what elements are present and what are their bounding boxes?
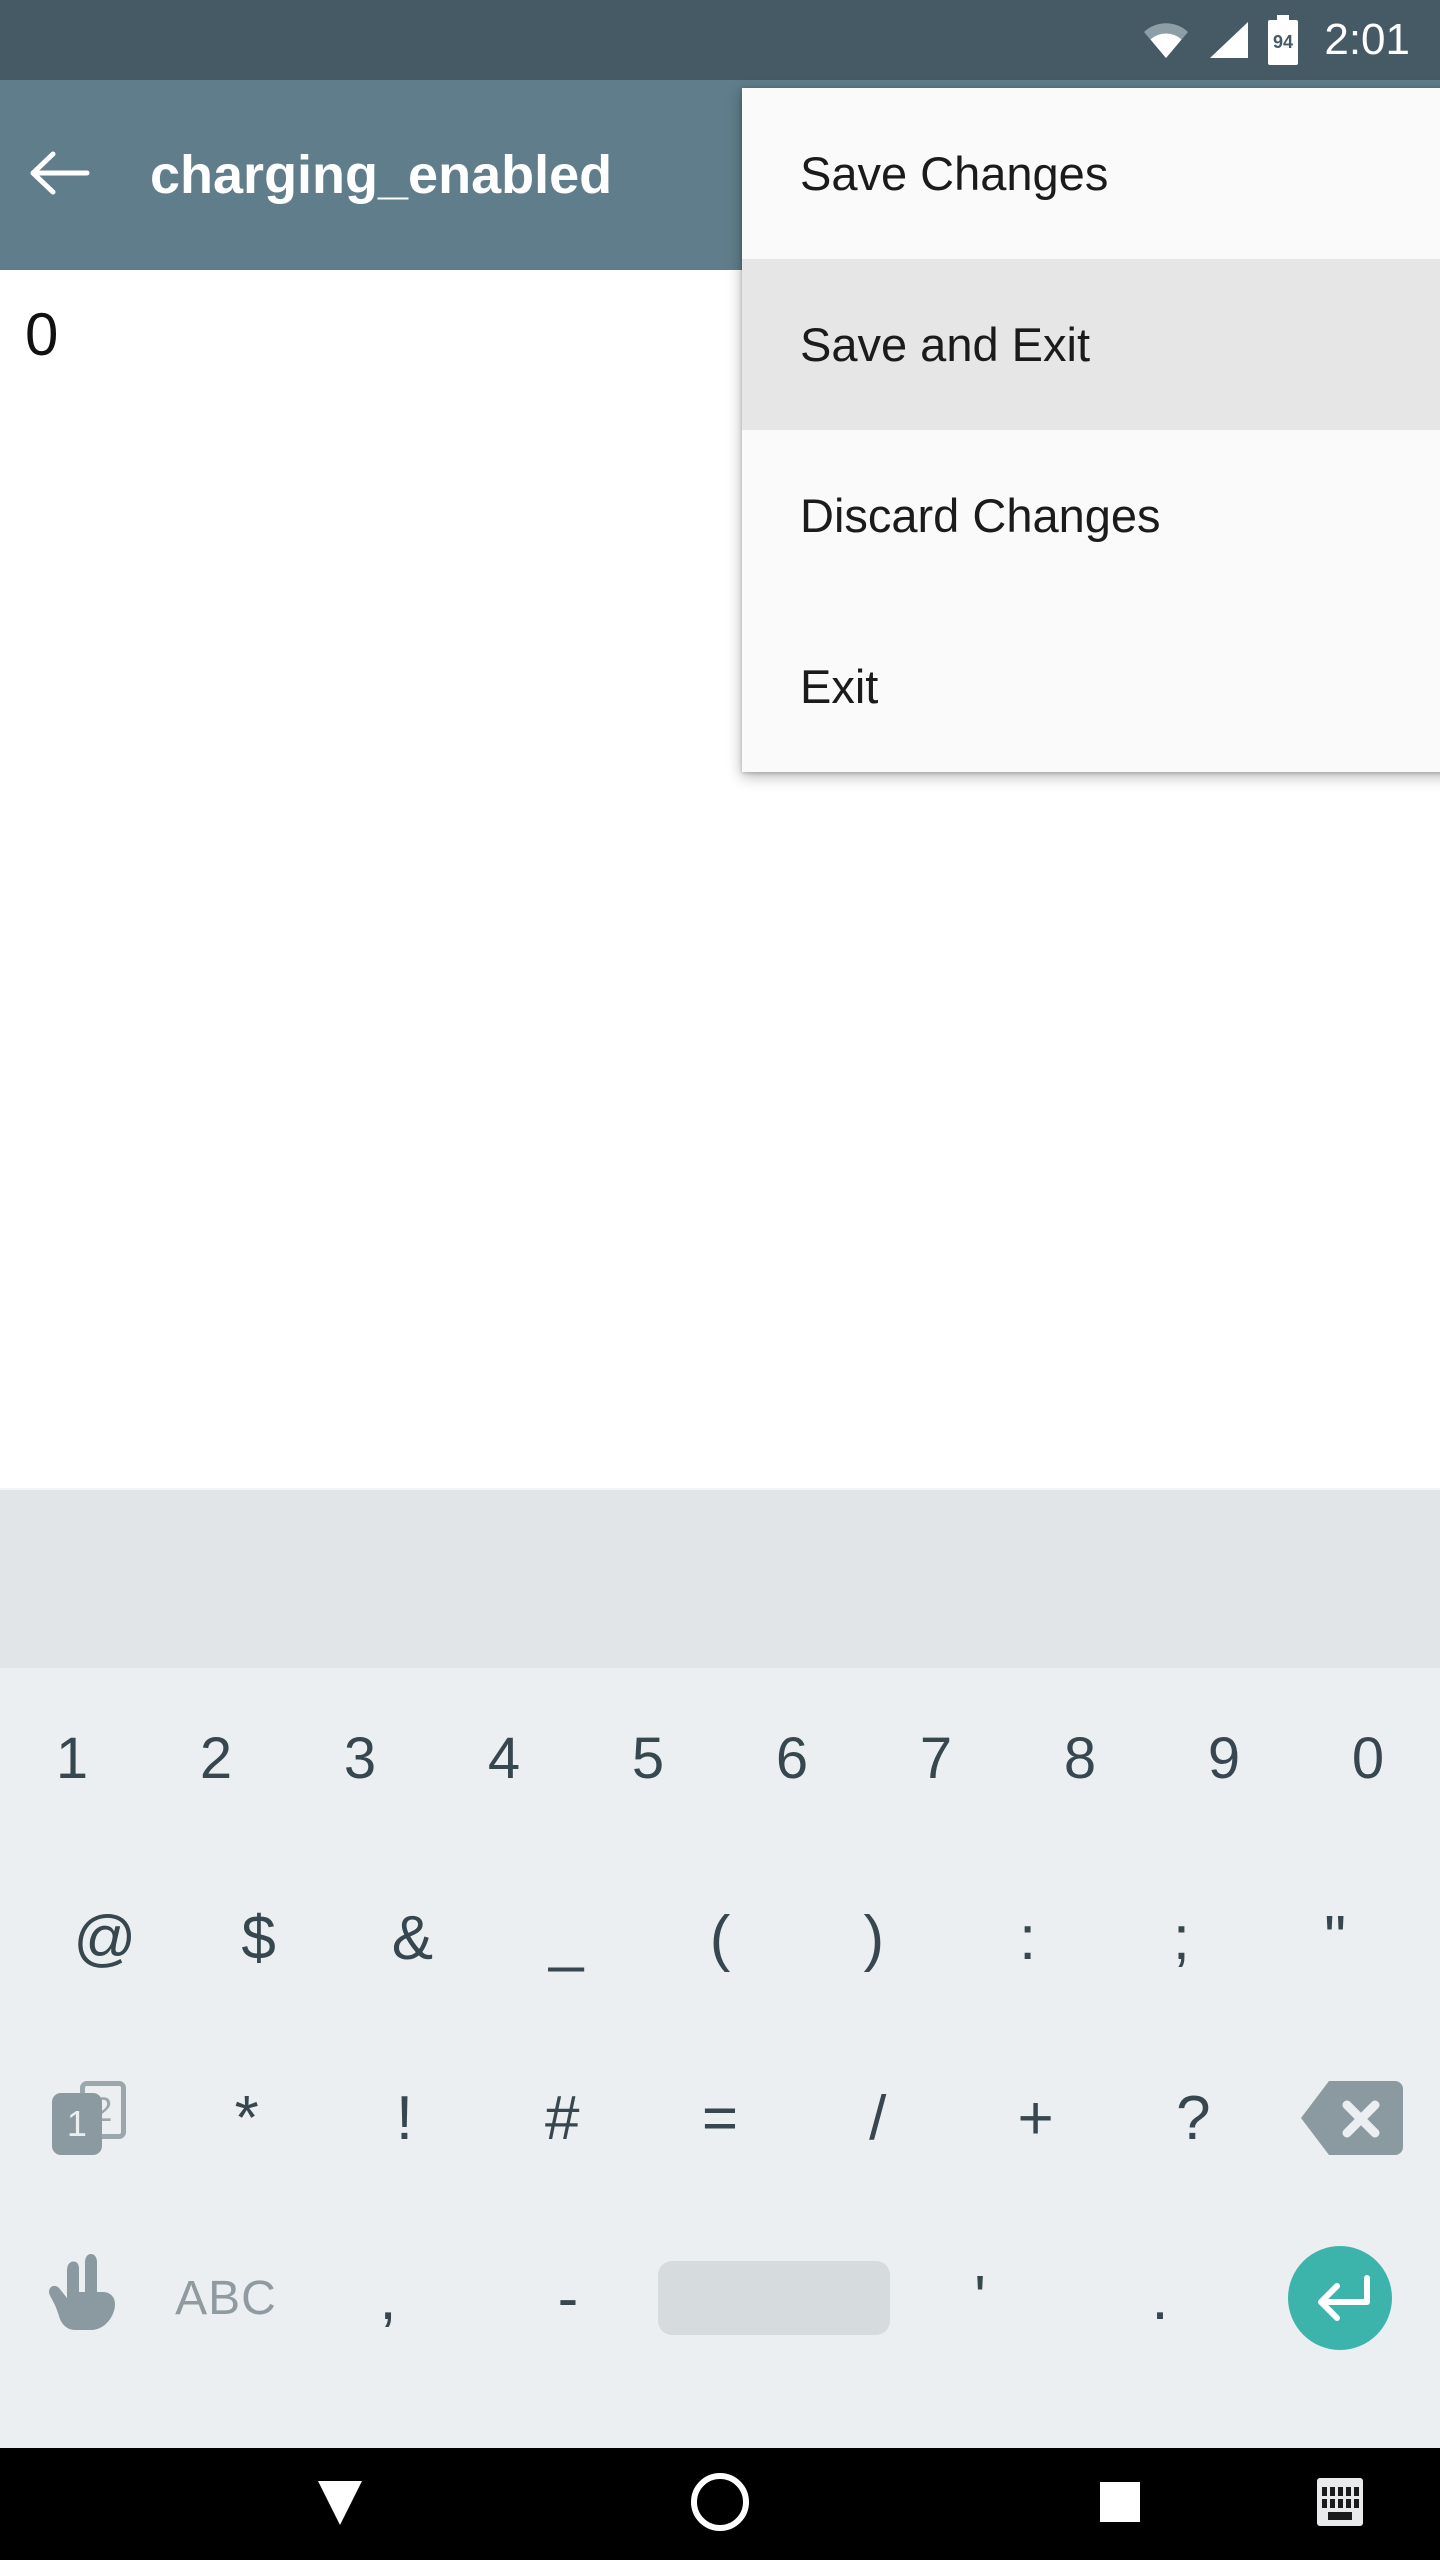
key-ampersand[interactable]: & bbox=[336, 1848, 490, 2028]
key-2[interactable]: 2 bbox=[144, 1668, 288, 1848]
menu-item-save-and-exit[interactable]: Save and Exit bbox=[742, 259, 1440, 430]
keyboard-icon bbox=[1313, 2476, 1367, 2533]
keyboard-row-symbols-1: @ $ & _ ( ) : ; " bbox=[0, 1848, 1440, 2028]
editor-value-text: 0 bbox=[25, 301, 59, 368]
recents-button[interactable] bbox=[1060, 2448, 1180, 2560]
key-question[interactable]: ? bbox=[1114, 2028, 1272, 2208]
keyboard-row-bottom: ABC , - ' . bbox=[0, 2208, 1440, 2388]
key-period[interactable]: . bbox=[1070, 2208, 1250, 2388]
key-1[interactable]: 1 bbox=[0, 1668, 144, 1848]
key-4[interactable]: 4 bbox=[432, 1668, 576, 1848]
key-hash[interactable]: # bbox=[483, 2028, 641, 2208]
menu-item-exit[interactable]: Exit bbox=[742, 601, 1440, 772]
circle-icon bbox=[689, 2471, 751, 2538]
keyboard-row-symbols-2: 2 1 * ! # = / + ? bbox=[0, 2028, 1440, 2208]
arrow-left-icon bbox=[29, 150, 91, 201]
key-paren-open[interactable]: ( bbox=[643, 1848, 797, 2028]
keyboard-suggestion-strip[interactable] bbox=[0, 1488, 1440, 1668]
on-screen-keyboard: 1 2 3 4 5 6 7 8 9 0 @ $ & _ ( ) : ; " 2 … bbox=[0, 1668, 1440, 2448]
menu-item-discard-changes[interactable]: Discard Changes bbox=[742, 430, 1440, 601]
key-plus[interactable]: + bbox=[957, 2028, 1115, 2208]
menu-item-label: Exit bbox=[800, 660, 879, 713]
wifi-icon bbox=[1142, 20, 1190, 60]
keyboard-switcher-button[interactable] bbox=[1280, 2448, 1400, 2560]
key-asterisk[interactable]: * bbox=[168, 2028, 326, 2208]
hide-keyboard-back-button[interactable] bbox=[280, 2448, 400, 2560]
key-symbol-page-toggle[interactable]: 2 1 bbox=[10, 2028, 168, 2208]
glide-typing-hand-icon bbox=[45, 2248, 119, 2348]
battery-level-text: 94 bbox=[1273, 32, 1293, 52]
menu-item-label: Save and Exit bbox=[800, 318, 1091, 371]
key-enter[interactable] bbox=[1250, 2208, 1430, 2388]
status-time: 2:01 bbox=[1324, 15, 1410, 64]
status-bar: 94 2:01 bbox=[0, 0, 1440, 80]
page-toggle-current-label: 1 bbox=[51, 2093, 102, 2155]
key-5[interactable]: 5 bbox=[576, 1668, 720, 1848]
menu-item-save-changes[interactable]: Save Changes bbox=[742, 88, 1440, 259]
key-equals[interactable]: = bbox=[641, 2028, 799, 2208]
abc-label: ABC bbox=[175, 2271, 277, 2325]
key-3[interactable]: 3 bbox=[288, 1668, 432, 1848]
key-6[interactable]: 6 bbox=[720, 1668, 864, 1848]
key-underscore[interactable]: _ bbox=[489, 1848, 643, 2028]
key-space[interactable] bbox=[658, 2208, 890, 2388]
phone-screen: 94 2:01 charging_enabled 0 Save Changes … bbox=[0, 0, 1440, 2560]
square-icon bbox=[1096, 2478, 1144, 2531]
key-0[interactable]: 0 bbox=[1296, 1668, 1440, 1848]
key-colon[interactable]: : bbox=[951, 1848, 1105, 2028]
triangle-down-icon bbox=[312, 2475, 368, 2534]
key-quote[interactable]: " bbox=[1258, 1848, 1412, 2028]
page-title: charging_enabled bbox=[150, 145, 613, 205]
back-button[interactable] bbox=[0, 80, 120, 270]
battery-icon: 94 bbox=[1266, 15, 1300, 65]
key-7[interactable]: 7 bbox=[864, 1668, 1008, 1848]
key-slash[interactable]: / bbox=[799, 2028, 957, 2208]
menu-item-label: Discard Changes bbox=[800, 489, 1161, 542]
page-toggle-1-2-icon: 2 1 bbox=[51, 2081, 126, 2155]
key-comma[interactable]: , bbox=[298, 2208, 478, 2388]
cell-signal-icon bbox=[1206, 20, 1250, 60]
key-apostrophe[interactable]: ' bbox=[890, 2208, 1070, 2388]
key-dollar[interactable]: $ bbox=[182, 1848, 336, 2028]
key-8[interactable]: 8 bbox=[1008, 1668, 1152, 1848]
system-navigation-bar bbox=[0, 2448, 1440, 2560]
key-backspace[interactable] bbox=[1272, 2028, 1430, 2208]
key-paren-close[interactable]: ) bbox=[797, 1848, 951, 2028]
spacebar-icon bbox=[658, 2261, 890, 2335]
key-abc-switch[interactable]: ABC bbox=[154, 2208, 298, 2388]
key-hyphen[interactable]: - bbox=[478, 2208, 658, 2388]
enter-return-icon bbox=[1288, 2246, 1392, 2350]
key-9[interactable]: 9 bbox=[1152, 1668, 1296, 1848]
key-at[interactable]: @ bbox=[28, 1848, 182, 2028]
key-glide-typing[interactable] bbox=[10, 2208, 154, 2388]
backspace-icon bbox=[1299, 2079, 1404, 2157]
overflow-menu: Save Changes Save and Exit Discard Chang… bbox=[742, 88, 1440, 772]
home-button[interactable] bbox=[660, 2448, 780, 2560]
keyboard-row-digits: 1 2 3 4 5 6 7 8 9 0 bbox=[0, 1668, 1440, 1848]
key-semicolon[interactable]: ; bbox=[1104, 1848, 1258, 2028]
key-exclamation[interactable]: ! bbox=[326, 2028, 484, 2208]
menu-item-label: Save Changes bbox=[800, 147, 1109, 200]
